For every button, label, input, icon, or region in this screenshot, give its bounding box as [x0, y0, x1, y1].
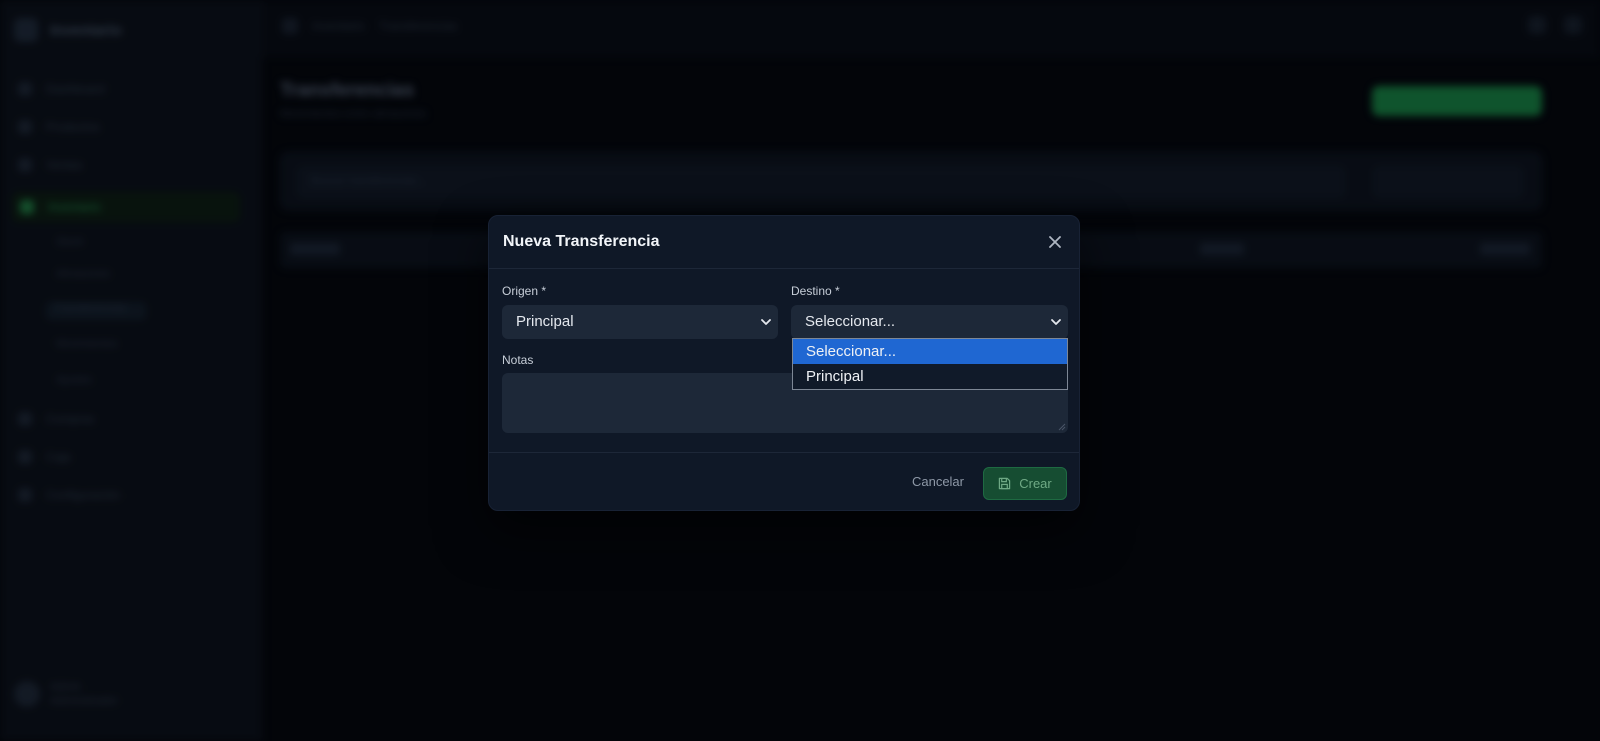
notes-label: Notas — [502, 353, 534, 367]
origin-select-value: Principal — [516, 313, 574, 330]
cancel-button[interactable]: Cancelar — [912, 467, 964, 497]
destination-select[interactable]: Seleccionar... — [791, 305, 1068, 339]
chevron-down-icon — [1051, 319, 1061, 325]
origin-label: Origen * — [502, 284, 547, 298]
create-button-label: Crear — [1019, 476, 1052, 491]
create-button[interactable]: Crear — [983, 467, 1067, 500]
new-transfer-modal: Nueva Transferencia Origen * Principal D… — [488, 215, 1080, 511]
modal-header: Nueva Transferencia — [489, 216, 1079, 269]
dropdown-option[interactable]: Seleccionar... — [793, 339, 1067, 364]
destination-dropdown-list: Seleccionar... Principal — [792, 338, 1068, 390]
origin-select[interactable]: Principal — [502, 305, 778, 339]
modal-footer: Cancelar Crear — [489, 452, 1079, 512]
destination-label: Destino * — [791, 284, 840, 298]
save-icon — [999, 477, 1011, 490]
resize-handle-icon[interactable] — [1058, 423, 1066, 431]
close-icon — [1049, 236, 1061, 248]
modal-title: Nueva Transferencia — [503, 233, 660, 250]
close-button[interactable] — [1045, 232, 1065, 252]
chevron-down-icon — [761, 319, 771, 325]
destination-select-value: Seleccionar... — [805, 313, 896, 330]
dropdown-option[interactable]: Principal — [793, 364, 1067, 389]
